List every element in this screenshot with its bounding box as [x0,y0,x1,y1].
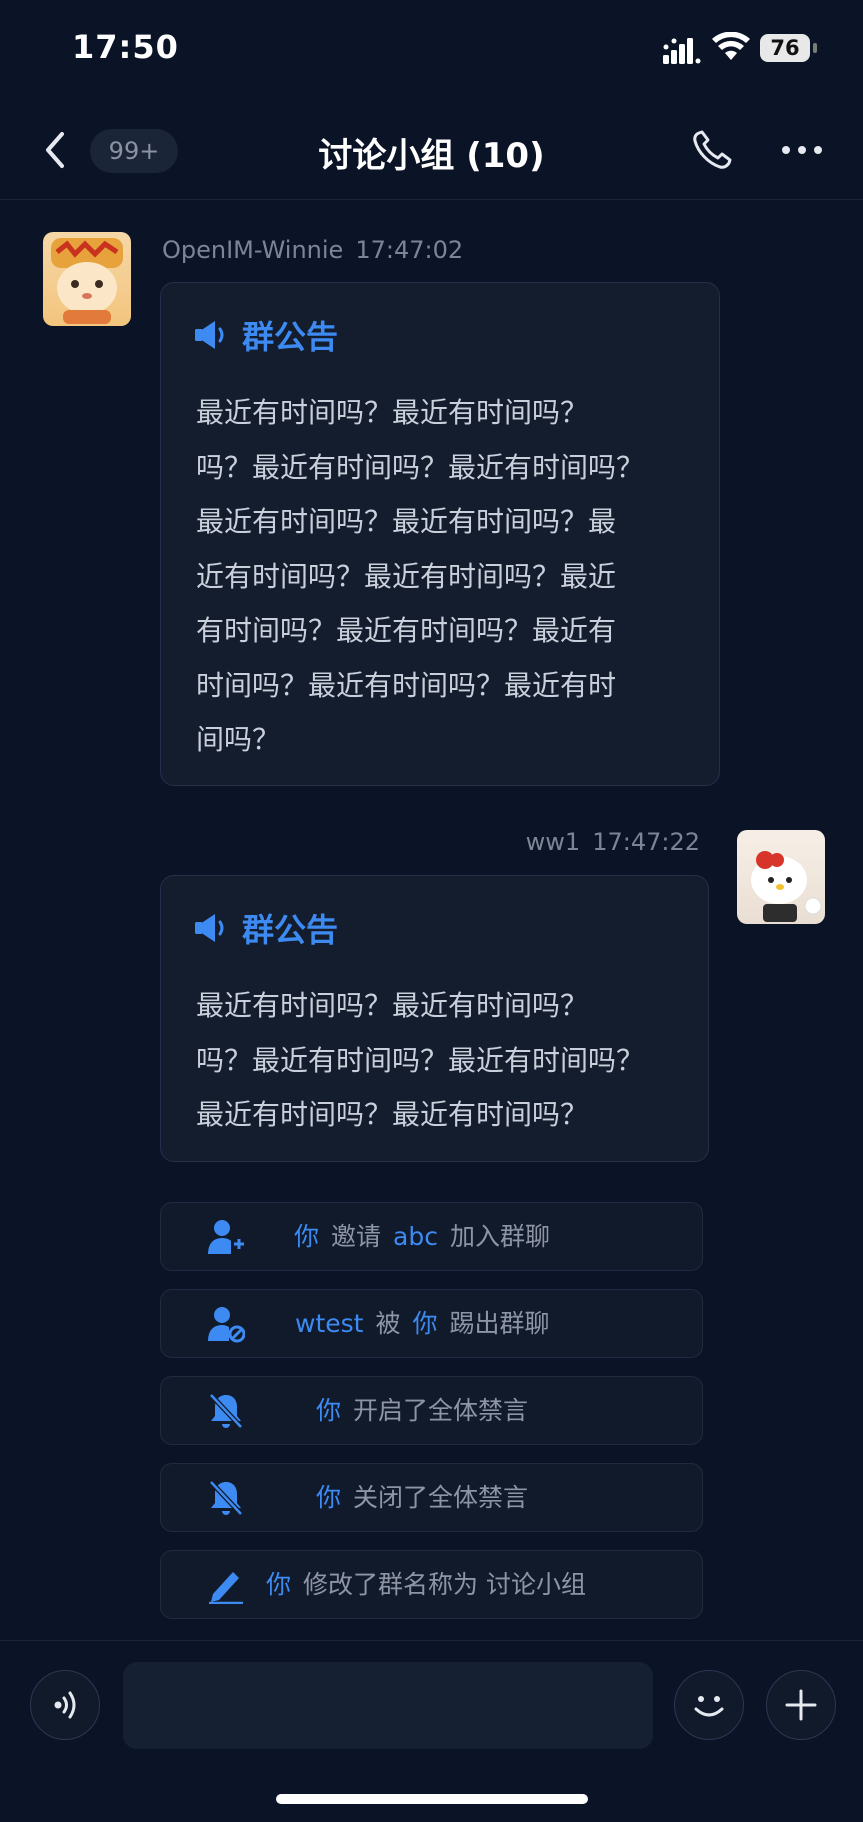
nav-divider [0,199,863,200]
notice-suffix: 加入群聊 [449,1222,550,1251]
system-notice-mute-on: 你开启了全体禁言 [160,1376,703,1445]
message-meta: OpenIM-Winnie 17:47:02 [162,236,463,264]
notice-verb: 邀请 [331,1222,382,1251]
notice-target[interactable]: abc [393,1222,438,1251]
notice-text: 最近有时间吗？最近有时间吗？ 吗？最近有时间吗？最近有时间吗？ 最近有时间吗？最… [196,396,645,756]
notice-suffix: 修改了群名称为 讨论小组 [303,1570,586,1599]
plus-icon [785,1689,817,1721]
voice-input-button[interactable] [30,1670,100,1740]
notice-actor[interactable]: 你 [316,1396,341,1425]
voice-icon [54,1691,76,1719]
notice-label: 群公告 [242,318,339,356]
message-time: 17:47:02 [355,236,464,264]
notice-suffix: 关闭了全体禁言 [353,1483,529,1512]
notice-label: 群公告 [242,911,339,949]
system-notice-kick: wtest 被你踢出群聊 [160,1289,703,1358]
megaphone-icon [195,914,224,942]
system-notice-rename: 你修改了群名称为 讨论小组 [160,1550,703,1619]
home-indicator [276,1794,588,1804]
group-notice-card[interactable]: 群公告 最近有时间吗？最近有时间吗？ 吗？最近有时间吗？最近有时间吗？ 最近有时… [160,875,709,1162]
notice-suffix: 开启了全体禁言 [353,1396,529,1425]
bell-off-icon [209,1480,243,1516]
group-notice-card[interactable]: 群公告 最近有时间吗？最近有时间吗？ 吗？最近有时间吗？最近有时间吗？ 最近有时… [160,282,720,786]
edit-icon [209,1572,243,1604]
notice-target[interactable]: 你 [412,1309,437,1338]
message-meta: ww1 17:47:22 [526,828,700,856]
wifi-icon [712,32,750,60]
status-time: 17:50 [72,28,179,66]
more-options-icon[interactable] [780,140,824,160]
message-time: 17:47:22 [592,828,700,856]
notice-verb: 被 [375,1309,401,1338]
notice-suffix: 踢出群聊 [449,1309,550,1338]
emoji-icon [694,1696,724,1717]
avatar[interactable] [43,232,131,326]
more-actions-button[interactable] [766,1670,836,1740]
avatar[interactable] [737,830,825,924]
notice-text: 最近有时间吗？最近有时间吗？ 吗？最近有时间吗？最近有时间吗？ 最近有时间吗？最… [196,989,645,1131]
battery-level: 76 [770,36,800,60]
notice-actor[interactable]: 你 [316,1483,341,1512]
sender-name: ww1 [525,828,581,856]
input-bar-divider [0,1640,863,1641]
user-remove-icon [208,1307,245,1343]
system-notice-invite: 你邀请 abc 加入群聊 [160,1202,703,1271]
notice-actor[interactable]: 你 [294,1222,319,1251]
sender-name: OpenIM-Winnie [162,236,344,264]
notice-actor[interactable]: 你 [266,1570,291,1599]
megaphone-icon [195,321,224,349]
message-input[interactable] [123,1662,653,1749]
cellular-signal-icon [663,38,701,64]
battery-indicator: 76 [760,34,820,64]
system-notice-mute-off: 你关闭了全体禁言 [160,1463,703,1532]
emoji-button[interactable] [674,1670,744,1740]
bell-off-icon [209,1393,243,1429]
user-add-icon [208,1220,244,1254]
phone-call-icon[interactable] [690,128,734,172]
notice-actor[interactable]: wtest [295,1309,363,1338]
